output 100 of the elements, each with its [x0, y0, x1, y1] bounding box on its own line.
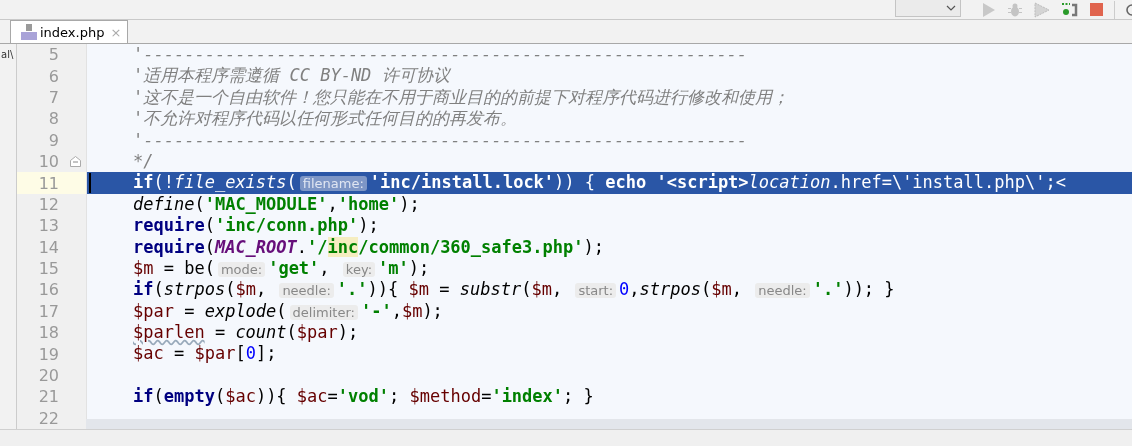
code-text: (! — [153, 172, 174, 193]
line-number: 15 — [37, 259, 59, 279]
code-text: ; — [389, 386, 401, 407]
code-text: , — [551, 279, 564, 300]
code-text: = — [481, 386, 492, 407]
code-text: , — [319, 257, 331, 278]
code-text: , — [391, 300, 402, 321]
number-literal: 0 — [245, 343, 256, 364]
comment-text: '这不是一个自由软件！您只能在不用于商业目的的前提下对程序代码进行修改和使用； — [133, 86, 790, 107]
coverage-icon[interactable] — [1034, 1, 1050, 18]
string-literal: 'index' — [491, 386, 564, 407]
string-literal: 'home' — [337, 193, 400, 214]
code-text: ( — [521, 279, 532, 300]
parameter-hint: needle: — [755, 283, 810, 299]
code-text: ( — [286, 172, 297, 193]
keyword: require — [133, 236, 205, 257]
code-text: ( — [194, 193, 205, 214]
code-text: ( — [204, 215, 215, 236]
php-file-icon — [21, 24, 37, 40]
code-text: ; } — [563, 386, 594, 407]
number-literal: 0 — [619, 279, 630, 300]
string-literal: 'inc/install.lock' — [369, 172, 555, 193]
code-text: )) { — [554, 172, 597, 193]
file-tab[interactable]: index.php × — [10, 20, 129, 43]
run-icon[interactable] — [982, 1, 996, 18]
panel-label: al\ — [1, 49, 15, 60]
parameter-hint: key: — [342, 261, 376, 277]
comment-text: '----------------------------------------------------------- — [133, 129, 748, 150]
keyword: if — [133, 172, 154, 193]
code-text: ( — [700, 279, 712, 300]
line-number: 9 — [47, 130, 59, 150]
line-number: 22 — [37, 408, 59, 428]
code-text: = — [172, 343, 186, 364]
constant-name: MAC_ROOT — [214, 236, 297, 257]
string-literal: 'm' — [378, 257, 409, 278]
function-name: file_exists — [173, 172, 287, 193]
code-text: = — [183, 300, 196, 321]
line-number: 16 — [37, 280, 59, 300]
run-configuration-dropdown[interactable] — [895, 0, 961, 17]
variable-name: $par — [133, 300, 174, 321]
keyword: require — [133, 215, 205, 236]
code-text: ]; — [255, 343, 277, 364]
code-text: ( — [153, 386, 164, 407]
code-text: ( — [214, 386, 226, 407]
fold-marker-icon[interactable] — [70, 155, 81, 167]
variable-name: $m — [408, 279, 429, 300]
parameter-hint: filename: — [299, 176, 367, 192]
function-name: explode — [204, 300, 277, 321]
variable-name: $method — [409, 386, 482, 407]
variable-name: $ac — [296, 386, 328, 407]
string-literal: '.' — [336, 279, 368, 300]
keyword: empty — [163, 386, 215, 407]
code-text: ( — [204, 236, 215, 257]
variable-name: $m — [531, 279, 552, 300]
code-text: , — [629, 279, 640, 300]
code-text: ( — [286, 322, 297, 343]
line-number: 8 — [47, 109, 59, 129]
line-number: 19 — [37, 344, 59, 364]
variable-name: $m — [235, 279, 256, 300]
function-name: define — [133, 193, 195, 214]
keyword: echo — [605, 172, 648, 193]
debug-bug-icon[interactable] — [1007, 1, 1023, 18]
string-literal: 'vod' — [337, 386, 389, 407]
code-text: = be( — [162, 257, 215, 278]
line-number: 12 — [37, 194, 59, 214]
string-literal: 'get' — [268, 257, 320, 278]
chevron-down-icon — [946, 4, 956, 11]
comment-text: '适用本程序需遵循 CC BY-ND 许可协议 — [133, 65, 450, 86]
code-text: . — [296, 236, 308, 257]
stop-icon[interactable] — [1090, 3, 1103, 16]
keyword: if — [133, 279, 154, 300]
variable-name: $m — [133, 257, 154, 278]
comment-text: '不允许对程序代码以任何形式任何目的的再发布。 — [133, 108, 518, 129]
search-icon[interactable] — [1126, 2, 1132, 17]
string-literal: '.' — [812, 279, 844, 300]
line-number: 11 — [37, 173, 59, 193]
string-literal: '/ — [307, 236, 328, 257]
line-number: 6 — [47, 66, 59, 86]
variable-name: $ac — [225, 386, 256, 407]
function-name: strpos — [163, 279, 226, 300]
code-text: .href=\'install.php\';< — [830, 172, 1066, 193]
string-literal: inc — [327, 236, 359, 257]
attach-debugger-icon[interactable] — [1061, 1, 1079, 18]
code-text: = — [438, 279, 451, 300]
parameter-hint: start: — [575, 283, 617, 299]
string-literal: 'MAC_MODULE' — [204, 193, 328, 214]
line-number: 14 — [37, 237, 59, 257]
function-name: count — [235, 322, 287, 343]
horizontal-scrollbar[interactable] — [86, 419, 1132, 429]
string-literal: 'inc/conn.php' — [214, 215, 359, 236]
variable-name: $par — [296, 322, 338, 343]
code-text: ( — [225, 279, 236, 300]
code-text: ); — [399, 193, 420, 214]
variable-name: $m — [401, 300, 423, 321]
string-literal: '<script> — [656, 172, 749, 193]
variable-name: $parlen — [133, 322, 205, 343]
code-text: )); } — [843, 279, 895, 300]
code-text: ); — [358, 215, 379, 236]
line-number: 20 — [37, 366, 59, 386]
variable-name: $ac — [133, 343, 164, 364]
